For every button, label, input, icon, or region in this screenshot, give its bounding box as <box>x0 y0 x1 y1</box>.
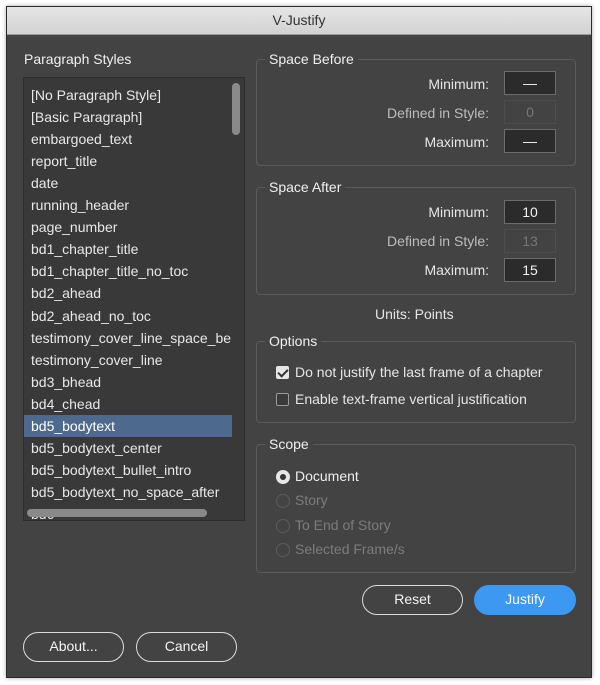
list-item[interactable]: bd2_ahead_no_toc <box>24 305 232 327</box>
window-title: V-Justify <box>272 12 326 28</box>
space-after-title: Space After <box>265 179 346 195</box>
list-vertical-scrollbar[interactable] <box>229 77 241 521</box>
space-after-maximum-label: Maximum: <box>424 262 489 278</box>
scope-option-to-end-of-story: To End of Story <box>276 517 476 537</box>
space-before-maximum-field[interactable]: — <box>504 129 556 153</box>
list-item[interactable]: date <box>24 172 232 194</box>
list-item[interactable]: bd5_bodytext_bullet_intro <box>24 459 232 481</box>
list-item[interactable]: page_number <box>24 216 232 238</box>
scope-radio-label-to-end-of-story: To End of Story <box>295 516 391 533</box>
paragraph-styles-heading: Paragraph Styles <box>24 51 132 67</box>
list-item[interactable]: bd1_chapter_title_no_toc <box>24 260 232 282</box>
text-frame-checkbox-row[interactable]: Enable text-frame vertical justification <box>276 391 566 411</box>
space-before-defined-field: 0 <box>504 100 556 124</box>
space-before-title: Space Before <box>265 51 358 67</box>
space-after-defined-field: 13 <box>504 229 556 253</box>
scope-radio-to-end-of-story <box>276 518 290 533</box>
cancel-button[interactable]: Cancel <box>136 632 237 662</box>
scope-radio-label-document[interactable]: Document <box>295 468 359 484</box>
list-item[interactable]: [Basic Paragraph] <box>24 106 232 128</box>
scope-radio-selected-frame-s <box>276 542 290 557</box>
scope-title: Scope <box>265 436 313 452</box>
list-item[interactable]: bd5_bodytext_center <box>24 437 232 459</box>
space-after-defined-label: Defined in Style: <box>387 233 489 249</box>
list-item[interactable]: bd2_ahead <box>24 282 232 304</box>
space-before-maximum-label: Maximum: <box>424 134 489 150</box>
list-item-selected[interactable]: bd5_bodytext <box>24 414 232 437</box>
list-item[interactable]: bd3_bhead <box>24 371 232 393</box>
list-item[interactable]: bd5_bodytext_no_space_after <box>24 481 232 503</box>
space-before-defined-label: Defined in Style: <box>387 105 489 121</box>
last-frame-checkbox-label[interactable]: Do not justify the last frame of a chapt… <box>295 364 542 380</box>
list-item[interactable]: bd1_chapter_title <box>24 238 232 260</box>
horizontal-scroll-thumb[interactable] <box>27 509 207 517</box>
space-before-minimum-label: Minimum: <box>428 76 489 92</box>
text-frame-checkbox-label[interactable]: Enable text-frame vertical justification <box>295 391 527 407</box>
space-after-minimum-field[interactable]: 10 <box>504 200 556 224</box>
list-item[interactable]: running_header <box>24 194 232 216</box>
scope-radio-document[interactable] <box>276 470 290 484</box>
scope-radio-story <box>276 494 290 509</box>
v-justify-dialog: V-Justify Paragraph Styles [No Paragraph… <box>6 6 592 678</box>
text-frame-checkbox[interactable] <box>276 393 289 406</box>
last-frame-checkbox-row[interactable]: Do not justify the last frame of a chapt… <box>276 364 566 384</box>
space-before-minimum-field[interactable]: — <box>504 71 556 95</box>
paragraph-style-list[interactable]: [No Paragraph Style] [Basic Paragraph] emb… <box>23 77 245 521</box>
options-title: Options <box>265 333 322 349</box>
reset-button[interactable]: Reset <box>362 585 463 615</box>
vertical-scroll-thumb[interactable] <box>232 83 240 135</box>
list-item[interactable]: testimony_cover_line <box>24 349 232 371</box>
space-after-minimum-label: Minimum: <box>428 204 489 220</box>
list-item[interactable]: bd4_chead <box>24 393 232 415</box>
scope-option-selected-frame-s: Selected Frame/s <box>276 541 476 561</box>
list-item[interactable]: [No Paragraph Style] <box>24 84 232 106</box>
last-frame-checkbox[interactable] <box>276 366 289 379</box>
scope-option-story: Story <box>276 492 476 512</box>
scope-radio-label-selected-frame-s: Selected Frame/s <box>295 540 405 557</box>
title-bar[interactable]: V-Justify <box>7 7 591 35</box>
scope-radio-label-story: Story <box>295 492 328 509</box>
justify-button[interactable]: Justify <box>474 585 576 615</box>
units-label: Units: Points <box>375 306 454 322</box>
space-after-maximum-field[interactable]: 15 <box>504 258 556 282</box>
about-button[interactable]: About... <box>23 632 124 662</box>
list-item[interactable]: report_title <box>24 150 232 172</box>
scope-option-document[interactable]: Document <box>276 468 476 488</box>
list-item[interactable]: embargoed_text <box>24 128 232 150</box>
list-item[interactable]: testimony_cover_line_space_be <box>24 327 232 349</box>
